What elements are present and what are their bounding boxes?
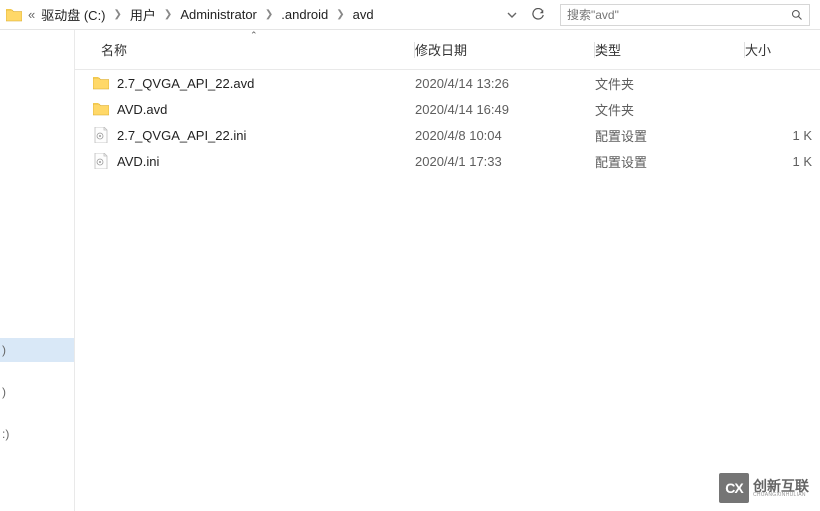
table-row[interactable]: AVD.avd 2020/4/14 16:49文件夹 xyxy=(75,96,820,122)
column-label: 修改日期 xyxy=(415,40,467,59)
watermark-logo: CX xyxy=(719,473,749,503)
file-date: 2020/4/14 16:49 xyxy=(415,102,595,117)
chevron-right-icon[interactable]: ❯ xyxy=(259,9,279,20)
search-button[interactable] xyxy=(785,9,809,21)
file-list: ⌃ 名称 修改日期 类型 大小 2.7_QVGA_API_22.avd 2020/… xyxy=(75,30,820,511)
breadcrumb-item-android[interactable]: .android xyxy=(279,5,330,24)
search-input[interactable] xyxy=(561,5,785,25)
column-header-type[interactable]: 类型 xyxy=(595,40,745,59)
file-type: 配置设置 xyxy=(595,126,745,145)
chevron-right-icon[interactable]: ❯ xyxy=(108,9,128,20)
nav-tree-item[interactable]: ) xyxy=(0,380,74,404)
breadcrumb-item-drive[interactable]: 驱动盘 (C:) xyxy=(39,3,107,26)
address-bar: « 驱动盘 (C:) ❯ 用户 ❯ Administrator ❯ .andro… xyxy=(0,0,820,30)
column-header-date[interactable]: 修改日期 xyxy=(415,40,595,59)
history-dropdown-button[interactable] xyxy=(500,4,524,26)
breadcrumb-overflow[interactable]: « xyxy=(28,7,35,22)
file-date: 2020/4/8 10:04 xyxy=(415,128,595,143)
watermark: CX 创新互联 CHUANGXINHULIAN xyxy=(714,471,814,505)
folder-icon xyxy=(6,8,24,22)
column-header-name[interactable]: 名称 xyxy=(75,40,415,59)
nav-tree-item[interactable]: :) xyxy=(0,422,74,446)
search-box[interactable] xyxy=(560,4,810,26)
column-header-size[interactable]: 大小 xyxy=(745,40,820,59)
settings-file-icon xyxy=(93,127,109,143)
column-label: 名称 xyxy=(101,40,127,59)
column-label: 类型 xyxy=(595,40,621,59)
file-name: 2.7_QVGA_API_22.avd xyxy=(117,76,254,91)
nav-tree-label: ) xyxy=(2,343,6,357)
nav-controls xyxy=(500,4,550,26)
watermark-text-en: CHUANGXINHULIAN xyxy=(753,493,809,498)
chevron-right-icon[interactable]: ❯ xyxy=(158,9,178,20)
table-row[interactable]: AVD.ini 2020/4/1 17:33配置设置1 K xyxy=(75,148,820,174)
file-type: 文件夹 xyxy=(595,100,745,119)
file-name: AVD.ini xyxy=(117,154,159,169)
file-name: 2.7_QVGA_API_22.ini xyxy=(117,128,246,143)
sort-ascending-icon: ⌃ xyxy=(250,30,258,41)
chevron-right-icon[interactable]: ❯ xyxy=(330,9,350,20)
file-type: 配置设置 xyxy=(595,152,745,171)
table-row[interactable]: 2.7_QVGA_API_22.avd 2020/4/14 13:26文件夹 xyxy=(75,70,820,96)
table-row[interactable]: 2.7_QVGA_API_22.ini 2020/4/8 10:04配置设置1 K xyxy=(75,122,820,148)
folder-icon xyxy=(93,75,109,91)
file-date: 2020/4/14 13:26 xyxy=(415,76,595,91)
watermark-text-cn: 创新互联 xyxy=(753,479,809,493)
navigation-pane[interactable]: ) ) :) xyxy=(0,30,75,511)
nav-tree-item[interactable]: ) xyxy=(0,338,74,362)
column-label: 大小 xyxy=(745,40,771,59)
file-size: 1 K xyxy=(745,128,820,143)
file-date: 2020/4/1 17:33 xyxy=(415,154,595,169)
folder-icon xyxy=(93,101,109,117)
breadcrumb[interactable]: « 驱动盘 (C:) ❯ 用户 ❯ Administrator ❯ .andro… xyxy=(0,0,494,29)
breadcrumb-item-users[interactable]: 用户 xyxy=(128,3,158,26)
breadcrumb-item-admin[interactable]: Administrator xyxy=(178,5,259,24)
settings-file-icon xyxy=(93,153,109,169)
refresh-button[interactable] xyxy=(526,4,550,26)
file-type: 文件夹 xyxy=(595,74,745,93)
nav-tree-label: :) xyxy=(2,427,9,441)
nav-tree-label: ) xyxy=(2,385,6,399)
column-header-row: ⌃ 名称 修改日期 类型 大小 xyxy=(75,30,820,70)
file-size: 1 K xyxy=(745,154,820,169)
file-name: AVD.avd xyxy=(117,102,167,117)
breadcrumb-item-avd[interactable]: avd xyxy=(351,5,376,24)
